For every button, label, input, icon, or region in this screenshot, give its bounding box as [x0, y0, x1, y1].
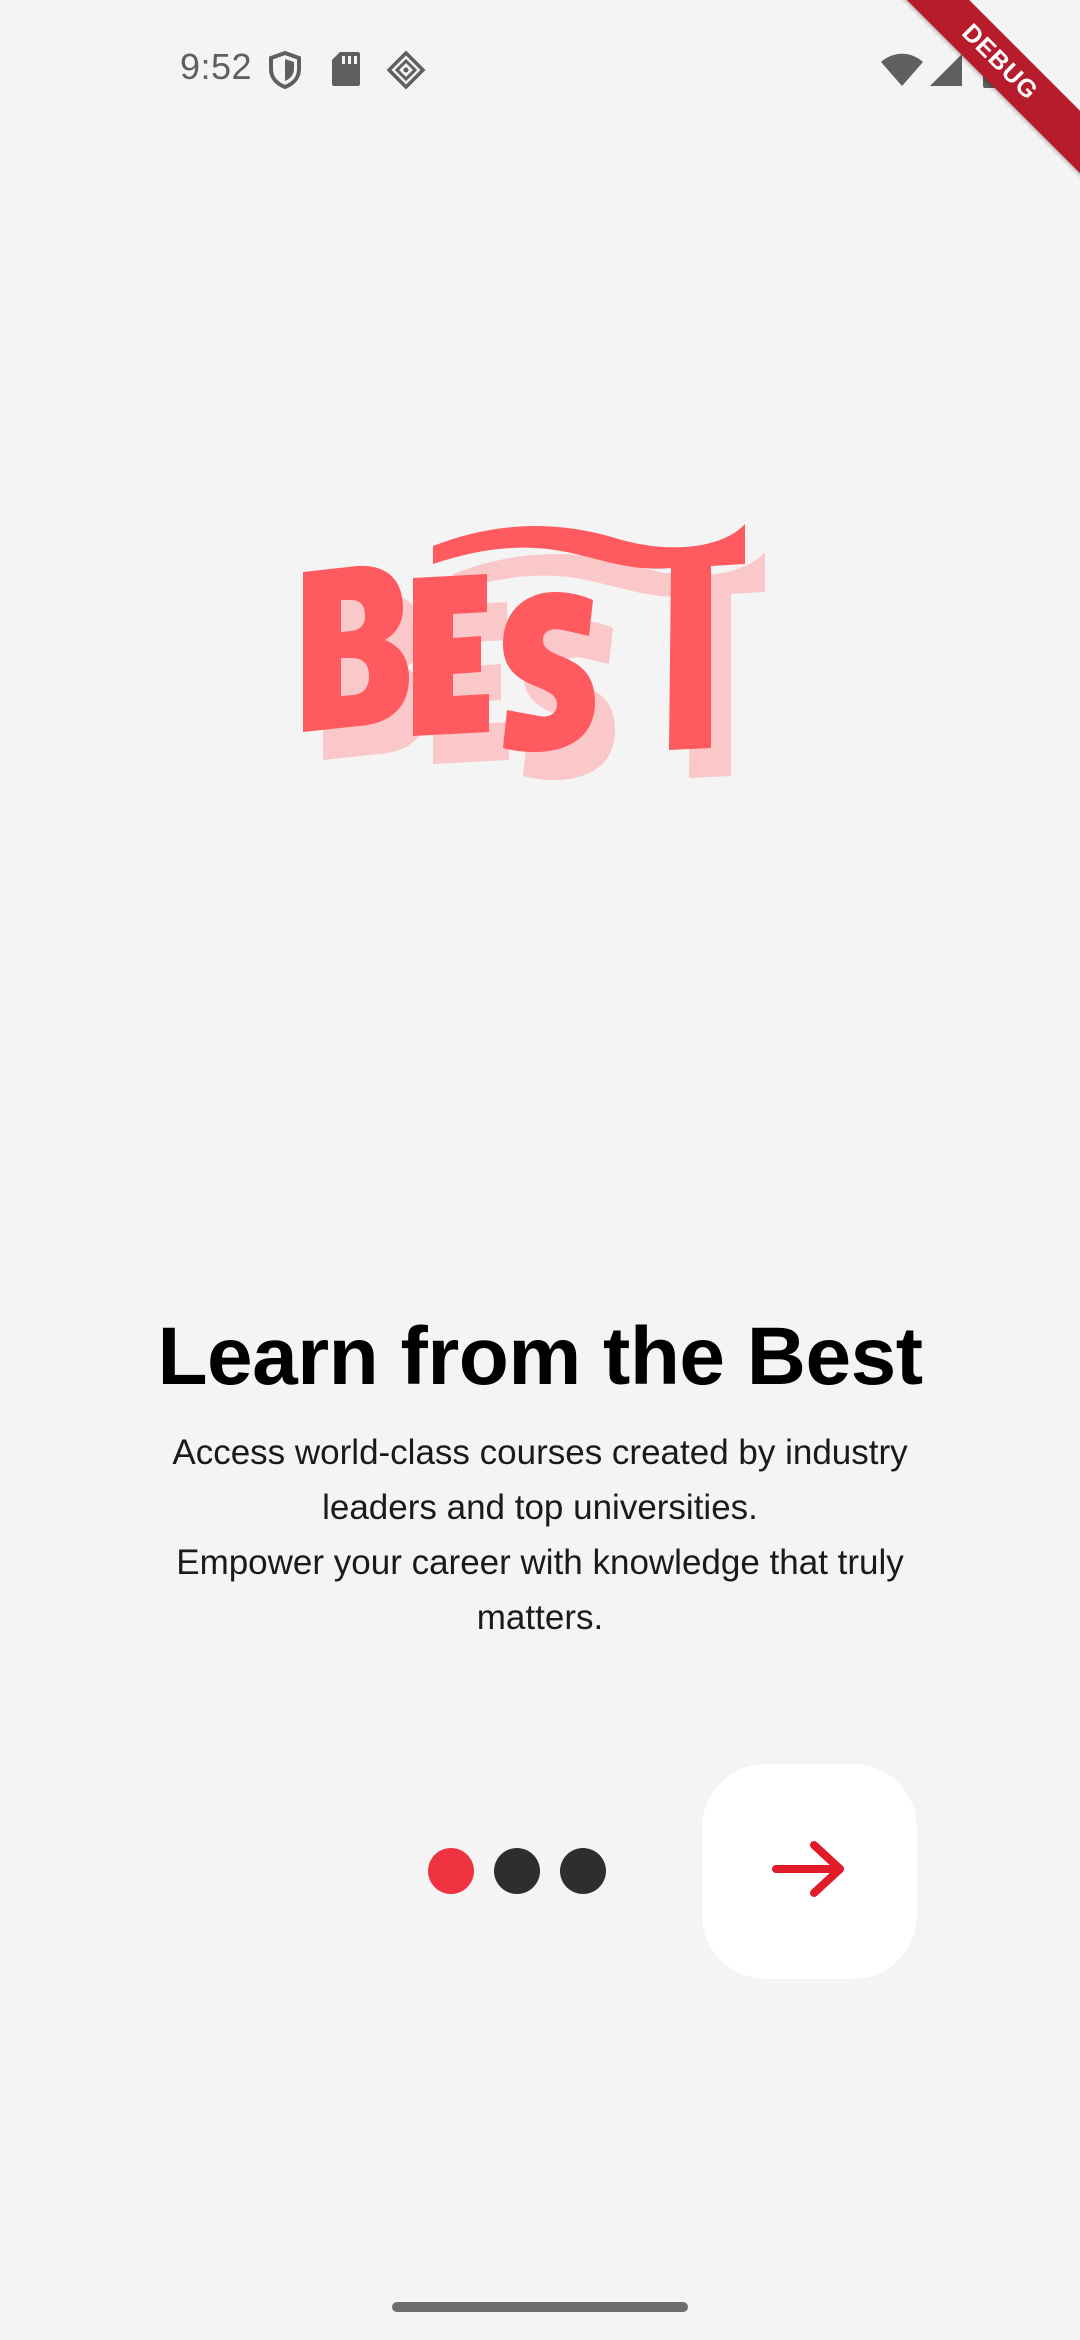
- arrow-right-icon: [770, 1837, 850, 1906]
- description-line: matters.: [476, 1598, 604, 1637]
- sd-card-icon: [331, 50, 361, 93]
- cast-diamond-icon: [386, 50, 426, 95]
- page-dot-3: [560, 1848, 606, 1894]
- onboarding-title: Learn from the Best: [157, 1311, 923, 1402]
- home-indicator[interactable]: [392, 2302, 688, 2312]
- shield-icon: [268, 50, 302, 95]
- best-logo: [295, 520, 795, 850]
- next-button[interactable]: [702, 1764, 917, 1979]
- page-indicator: [428, 1848, 606, 1894]
- cell-signal-icon: [928, 52, 964, 93]
- description-line: Empower your career with knowledge that …: [176, 1543, 904, 1582]
- status-bar: 9:52: [0, 0, 1080, 140]
- description-line: Access world-class courses created by in…: [172, 1433, 908, 1472]
- page-dot-1-active: [428, 1848, 474, 1894]
- status-time: 9:52: [180, 46, 253, 87]
- wifi-icon: [880, 52, 924, 93]
- page-dot-2: [494, 1848, 540, 1894]
- description-line: leaders and top universities.: [322, 1488, 758, 1527]
- onboarding-description: Access world-class courses created by in…: [90, 1425, 990, 1645]
